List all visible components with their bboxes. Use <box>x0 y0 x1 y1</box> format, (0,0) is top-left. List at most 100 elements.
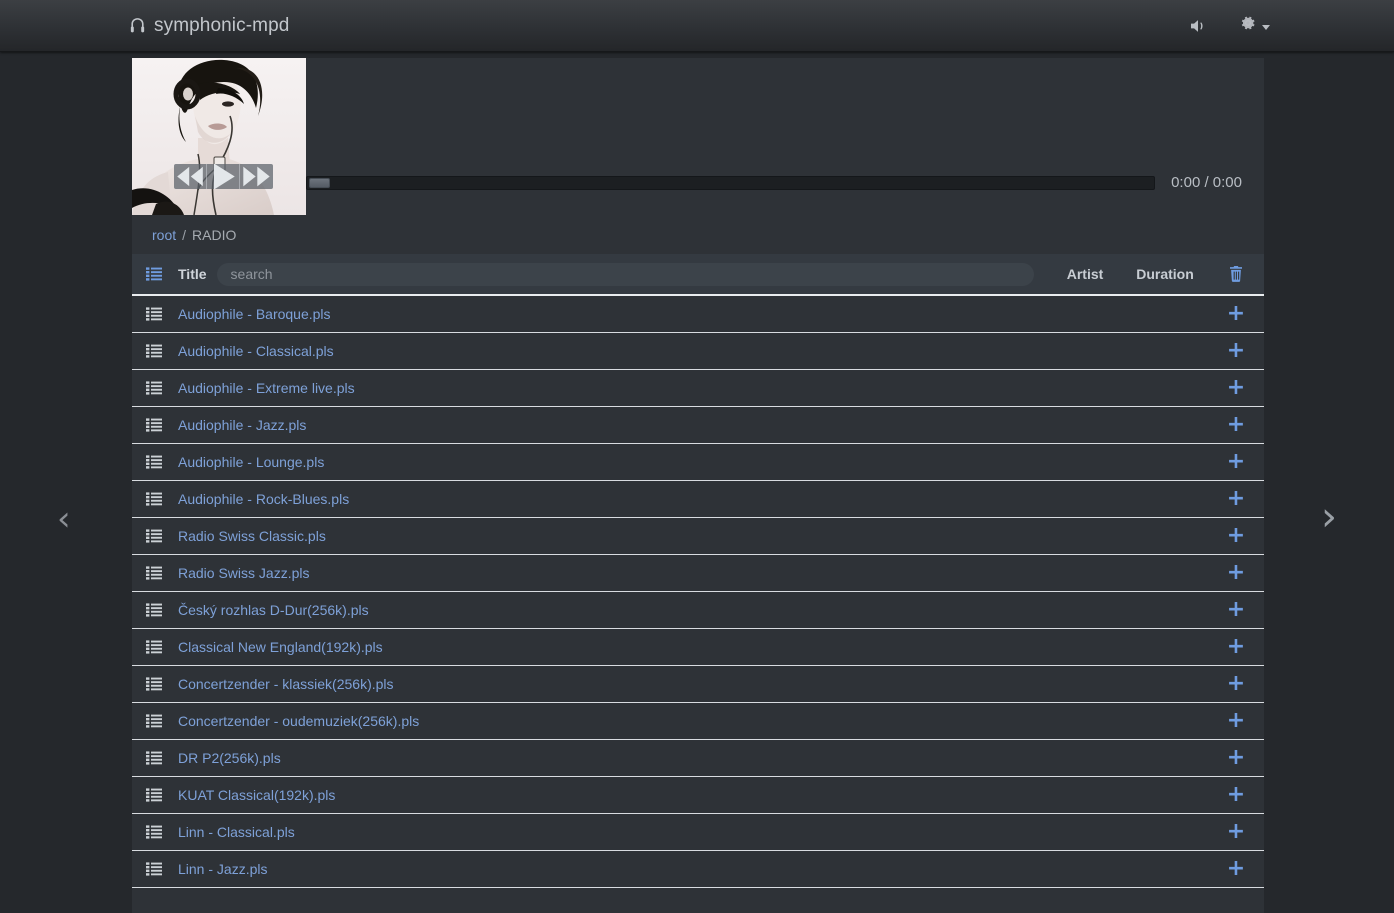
seek-handle[interactable] <box>309 177 330 188</box>
settings-menu-button[interactable] <box>1239 14 1270 37</box>
album-art[interactable] <box>132 58 306 215</box>
table-row[interactable]: Audiophile - Classical.pls + <box>132 333 1264 370</box>
row-title-link[interactable]: Classical New England(192k).pls <box>178 639 1048 655</box>
table-row[interactable]: Audiophile - Rock-Blues.pls + <box>132 481 1264 518</box>
row-title-link[interactable]: Audiophile - Lounge.pls <box>178 454 1048 470</box>
list-icon <box>146 677 162 691</box>
row-list-icon-cell[interactable] <box>146 381 178 395</box>
add-to-playlist-button[interactable]: + <box>1208 414 1264 436</box>
table-row[interactable]: Linn - Classical.pls + <box>132 814 1264 851</box>
row-list-icon-cell[interactable] <box>146 418 178 432</box>
list-icon <box>146 492 162 506</box>
list-view-toggle[interactable] <box>146 267 178 281</box>
row-list-icon-cell[interactable] <box>146 788 178 802</box>
table-row[interactable]: Audiophile - Jazz.pls + <box>132 407 1264 444</box>
volume-icon[interactable] <box>1189 18 1209 34</box>
row-list-icon-cell[interactable] <box>146 344 178 358</box>
add-to-playlist-button[interactable]: + <box>1208 303 1264 325</box>
row-list-icon-cell[interactable] <box>146 640 178 654</box>
table-row[interactable]: KUAT Classical(192k).pls + <box>132 777 1264 814</box>
headphones-icon <box>128 16 147 35</box>
row-title-link[interactable]: Linn - Classical.pls <box>178 824 1048 840</box>
app-brand[interactable]: symphonic-mpd <box>128 15 289 37</box>
add-to-playlist-button[interactable]: + <box>1208 858 1264 880</box>
play-button[interactable] <box>207 164 240 189</box>
row-list-icon-cell[interactable] <box>146 529 178 543</box>
add-to-playlist-button[interactable]: + <box>1208 599 1264 621</box>
add-to-playlist-button[interactable]: + <box>1208 525 1264 547</box>
table-row[interactable]: Audiophile - Lounge.pls + <box>132 444 1264 481</box>
chevron-down-icon <box>1262 24 1270 30</box>
add-to-playlist-button[interactable]: + <box>1208 673 1264 695</box>
row-title-link[interactable]: KUAT Classical(192k).pls <box>178 787 1048 803</box>
search-input[interactable] <box>216 262 1034 286</box>
row-title-link[interactable]: Audiophile - Baroque.pls <box>178 306 1048 322</box>
row-list-icon-cell[interactable] <box>146 492 178 506</box>
table-row[interactable]: Classical New England(192k).pls + <box>132 629 1264 666</box>
next-page-arrow[interactable]: › <box>1321 497 1337 537</box>
trash-icon <box>1229 266 1243 282</box>
list-icon <box>146 267 162 281</box>
list-header: Title Artist Duration <box>132 254 1264 296</box>
column-header-title: Title <box>178 266 207 282</box>
list-icon <box>146 418 162 432</box>
add-to-playlist-button[interactable]: + <box>1208 451 1264 473</box>
row-title-link[interactable]: Concertzender - oudemuziek(256k).pls <box>178 713 1048 729</box>
add-to-playlist-button[interactable]: + <box>1208 821 1264 843</box>
table-row[interactable]: Radio Swiss Jazz.pls + <box>132 555 1264 592</box>
row-title-link[interactable]: Linn - Jazz.pls <box>178 861 1048 877</box>
row-title-link[interactable]: Audiophile - Classical.pls <box>178 343 1048 359</box>
table-row[interactable]: Concertzender - oudemuziek(256k).pls + <box>132 703 1264 740</box>
row-list-icon-cell[interactable] <box>146 714 178 728</box>
table-row[interactable]: Český rozhlas D-Dur(256k).pls + <box>132 592 1264 629</box>
row-list-icon-cell[interactable] <box>146 825 178 839</box>
table-row[interactable]: Audiophile - Extreme live.pls + <box>132 370 1264 407</box>
table-row[interactable]: Concertzender - klassiek(256k).pls + <box>132 666 1264 703</box>
row-list-icon-cell[interactable] <box>146 677 178 691</box>
breadcrumb-root[interactable]: root <box>152 227 176 243</box>
page-body: ‹ › 0:00 / 0:00 root / RADIO Title searc… <box>0 52 1394 913</box>
add-to-playlist-button[interactable]: + <box>1208 488 1264 510</box>
breadcrumb: root / RADIO <box>132 215 1264 254</box>
table-row[interactable]: Radio Swiss Classic.pls + <box>132 518 1264 555</box>
add-to-playlist-button[interactable]: + <box>1208 784 1264 806</box>
search-field-wrapper <box>216 262 1048 286</box>
row-title-link[interactable]: Radio Swiss Classic.pls <box>178 528 1048 544</box>
row-list-icon-cell[interactable] <box>146 862 178 876</box>
add-to-playlist-button[interactable]: + <box>1208 710 1264 732</box>
play-icon <box>213 164 235 189</box>
add-to-playlist-button[interactable]: + <box>1208 340 1264 362</box>
row-title-link[interactable]: Český rozhlas D-Dur(256k).pls <box>178 602 1048 618</box>
row-list-icon-cell[interactable] <box>146 603 178 617</box>
row-list-icon-cell[interactable] <box>146 455 178 469</box>
next-button[interactable] <box>240 164 273 189</box>
row-title-link[interactable]: Concertzender - klassiek(256k).pls <box>178 676 1048 692</box>
player-bar: 0:00 / 0:00 <box>132 58 1264 215</box>
gear-icon <box>1239 14 1257 37</box>
column-header-duration: Duration <box>1136 266 1194 282</box>
row-title-link[interactable]: Audiophile - Rock-Blues.pls <box>178 491 1048 507</box>
seek-slider[interactable] <box>306 175 1156 190</box>
previous-button[interactable] <box>174 164 207 189</box>
column-header-artist: Artist <box>1066 266 1104 282</box>
row-title-link[interactable]: Audiophile - Jazz.pls <box>178 417 1048 433</box>
row-list-icon-cell[interactable] <box>146 566 178 580</box>
row-list-icon-cell[interactable] <box>146 751 178 765</box>
prev-page-arrow[interactable]: ‹ <box>57 502 71 536</box>
list-icon <box>146 788 162 802</box>
row-title-link[interactable]: Audiophile - Extreme live.pls <box>178 380 1048 396</box>
add-to-playlist-button[interactable]: + <box>1208 377 1264 399</box>
list-icon <box>146 344 162 358</box>
row-title-link[interactable]: Radio Swiss Jazz.pls <box>178 565 1048 581</box>
add-to-playlist-button[interactable]: + <box>1208 747 1264 769</box>
add-to-playlist-button[interactable]: + <box>1208 562 1264 584</box>
table-row[interactable]: DR P2(256k).pls + <box>132 740 1264 777</box>
table-row[interactable]: Audiophile - Baroque.pls + <box>132 296 1264 333</box>
add-to-playlist-button[interactable]: + <box>1208 636 1264 658</box>
table-row[interactable]: Linn - Jazz.pls + <box>132 851 1264 888</box>
time-display: 0:00 / 0:00 <box>1171 174 1242 191</box>
clear-list-button[interactable] <box>1208 266 1264 282</box>
row-list-icon-cell[interactable] <box>146 307 178 321</box>
row-title-link[interactable]: DR P2(256k).pls <box>178 750 1048 766</box>
fast-forward-icon <box>243 166 270 187</box>
